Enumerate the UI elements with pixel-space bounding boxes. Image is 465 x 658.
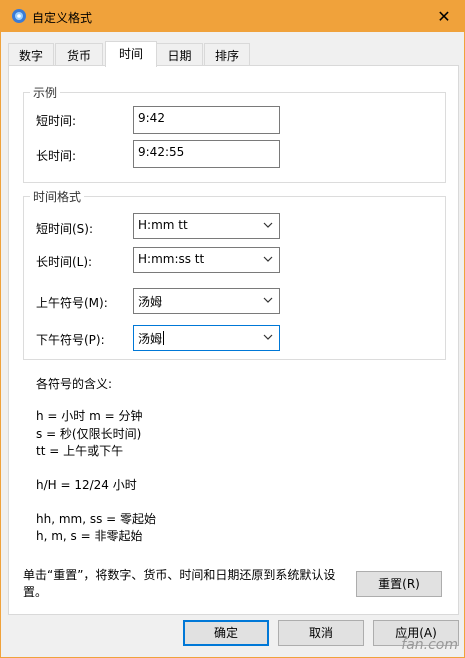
am-symbol-combo[interactable]: 汤姆 (133, 288, 280, 314)
legend-line: s = 秒(仅限长时间) (36, 427, 142, 441)
close-icon[interactable]: ✕ (424, 1, 464, 32)
tab-time[interactable]: 时间 (105, 41, 157, 67)
long-time-value: H:mm:ss tt (138, 252, 205, 266)
tab-number[interactable]: 数字 (8, 43, 54, 66)
cancel-button[interactable]: 取消 (278, 620, 364, 646)
text-caret (163, 331, 165, 345)
sample-short-field: 9:42 (133, 106, 280, 134)
chevron-down-icon (263, 256, 273, 262)
pm-symbol-value: 汤姆 (138, 332, 163, 346)
tab-panel-time: 示例 短时间: 9:42 长时间: 9:42:55 时间格式 短时间(S): H… (8, 65, 459, 615)
am-symbol-value: 汤姆 (138, 295, 163, 309)
watermark: fan.com (401, 637, 458, 653)
tab-currency[interactable]: 货币 (55, 43, 103, 66)
pm-symbol-label: 下午符号(P): (36, 333, 105, 347)
legend-line: h, m, s = 非零起始 (36, 529, 143, 543)
legend-line: h/H = 12/24 小时 (36, 478, 137, 492)
reset-note: 单击“重置”，将数字、货币、时间和日期还原到系统默认设置。 (23, 568, 336, 599)
time-format-group-label: 时间格式 (30, 188, 85, 205)
short-time-label: 短时间(S): (36, 222, 94, 236)
legend-line: hh, mm, ss = 零起始 (36, 512, 157, 526)
sample-short-label: 短时间: (36, 114, 77, 128)
chevron-down-icon (263, 334, 273, 340)
chevron-down-icon (263, 222, 273, 228)
tab-sort[interactable]: 排序 (204, 43, 250, 66)
sample-long-field: 9:42:55 (133, 140, 280, 168)
pm-symbol-combo[interactable]: 汤姆 (133, 325, 280, 351)
legend-line: tt = 上午或下午 (36, 444, 124, 458)
ok-button[interactable]: 确定 (183, 620, 269, 646)
sample-group: 示例 短时间: 9:42 长时间: 9:42:55 (23, 84, 446, 183)
sample-long-label: 长时间: (36, 149, 77, 163)
tab-date[interactable]: 日期 (156, 43, 203, 66)
long-time-label: 长时间(L): (36, 255, 93, 269)
title-bar[interactable]: 自定义格式 ✕ (1, 1, 464, 32)
app-settings-icon (12, 9, 26, 23)
am-symbol-label: 上午符号(M): (36, 296, 108, 310)
sample-group-label: 示例 (30, 84, 61, 101)
short-time-combo[interactable]: H:mm tt (133, 213, 280, 239)
time-format-group: 时间格式 短时间(S): H:mm tt 长时间(L): H:mm:ss tt … (23, 188, 446, 360)
dialog-window: 自定义格式 ✕ 数字 货币 时间 日期 排序 示例 短时间: 9:42 长时间:… (0, 0, 465, 658)
chevron-down-icon (263, 297, 273, 303)
legend-line: h = 小时 m = 分钟 (36, 409, 143, 423)
long-time-combo[interactable]: H:mm:ss tt (133, 247, 280, 273)
short-time-value: H:mm tt (138, 218, 188, 232)
reset-button[interactable]: 重置(R) (356, 571, 442, 597)
legend-heading: 各符号的含义: (36, 377, 113, 391)
window-title: 自定义格式 (32, 11, 93, 25)
